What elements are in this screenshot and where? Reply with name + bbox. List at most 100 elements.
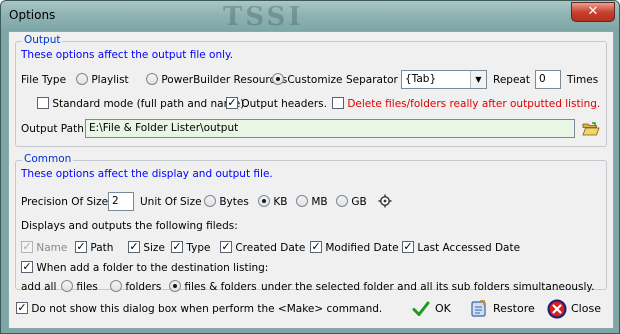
unit-label: Unit Of Size — [140, 196, 202, 208]
dont-show-label: Do not show this dialog box when perform… — [31, 303, 383, 315]
powerbuilder-radio[interactable] — [146, 73, 158, 85]
dont-show-option[interactable]: ✓ Do not show this dialog box when perfo… — [16, 302, 383, 315]
separator-value: {Tab} — [405, 73, 437, 85]
playlist-label: Playlist — [91, 74, 129, 86]
file-type-customize[interactable]: Customize — [272, 73, 343, 86]
file-type-powerbuilder[interactable]: PowerBuilder Resources — [146, 73, 288, 86]
output-group: Output These options affect the output f… — [15, 34, 607, 147]
field-size-checkbox[interactable]: ✓ — [128, 241, 140, 253]
add-files-label: files — [76, 281, 98, 293]
unit-gb-option[interactable]: GB — [336, 195, 367, 208]
common-legend: Common — [22, 153, 74, 165]
close-label: Close — [571, 302, 601, 315]
field-modified-label: Modified Date — [325, 242, 399, 254]
open-folder-icon[interactable] — [582, 122, 600, 136]
unit-kb-radio[interactable] — [258, 195, 270, 207]
separator-select[interactable]: {Tab} ▼ — [401, 70, 487, 89]
dont-show-checkbox[interactable]: ✓ — [16, 302, 28, 314]
add-files-radio[interactable] — [61, 280, 73, 292]
close-button[interactable]: Close — [547, 297, 607, 321]
output-path-label: Output Path — [21, 123, 84, 135]
field-modified-option[interactable]: ✓ Modified Date — [310, 241, 399, 254]
field-type-checkbox[interactable]: ✓ — [171, 241, 183, 253]
close-icon — [547, 299, 567, 319]
playlist-radio[interactable] — [76, 73, 88, 85]
field-created-option[interactable]: ✓ Created Date — [220, 241, 306, 254]
add-all-label: add all — [21, 281, 57, 293]
precision-label: Precision Of Size — [21, 196, 109, 208]
field-path-label: Path — [90, 242, 114, 254]
field-name-option: ✓ Name — [21, 240, 68, 254]
unit-bytes-option[interactable]: Bytes — [204, 195, 249, 208]
precision-input[interactable]: 2 — [108, 192, 134, 211]
add-suffix-text: under the selected folder and all its su… — [261, 281, 595, 293]
unit-mb-label: MB — [311, 196, 328, 208]
add-files-folders-label: files & folders — [184, 281, 257, 293]
field-accessed-option[interactable]: ✓ Last Accessed Date — [402, 241, 521, 254]
repeat-input[interactable]: 0 — [535, 70, 561, 89]
add-files-folders-option[interactable]: files & folders — [169, 280, 257, 293]
window-close-button[interactable]: ✕ — [571, 2, 615, 22]
standard-mode-checkbox[interactable] — [37, 97, 49, 109]
unit-bytes-label: Bytes — [219, 196, 249, 208]
when-add-checkbox[interactable]: ✓ — [21, 261, 33, 273]
unit-gb-label: GB — [351, 196, 367, 208]
dialog-client: Output These options affect the output f… — [8, 31, 614, 329]
title-bar[interactable]: Options TSSI ✕ — [1, 1, 619, 32]
standard-mode-option[interactable]: Standard mode (full path and name). — [37, 97, 248, 110]
fields-heading: Displays and outputs the following filed… — [21, 220, 238, 232]
when-add-label: When add a folder to the destination lis… — [36, 262, 269, 274]
output-headers-option[interactable]: ✓ Output headers. — [226, 97, 327, 110]
output-headers-label: Output headers. — [241, 98, 327, 110]
checkmark-icon — [411, 299, 431, 319]
add-folders-radio[interactable] — [110, 280, 122, 292]
restore-label: Restore — [493, 302, 535, 315]
unit-gb-radio[interactable] — [336, 195, 348, 207]
unit-bytes-radio[interactable] — [204, 195, 216, 207]
field-size-option[interactable]: ✓ Size — [128, 241, 165, 254]
unit-mb-option[interactable]: MB — [296, 195, 328, 208]
field-name-label: Name — [36, 242, 68, 254]
output-headers-checkbox[interactable]: ✓ — [226, 97, 238, 109]
window-title: Options — [9, 8, 56, 22]
file-type-label: File Type — [21, 74, 67, 86]
delete-option[interactable]: Delete files/folders really after output… — [332, 97, 600, 110]
powerbuilder-label: PowerBuilder Resources — [161, 74, 288, 86]
file-type-playlist[interactable]: Playlist — [76, 73, 129, 86]
customize-radio[interactable] — [272, 73, 284, 85]
gear-icon[interactable] — [378, 194, 392, 211]
unit-kb-option[interactable]: KB — [258, 195, 288, 208]
add-files-folders-radio[interactable] — [169, 280, 181, 292]
field-path-checkbox[interactable]: ✓ — [75, 241, 87, 253]
add-folders-option[interactable]: folders — [110, 280, 162, 293]
field-accessed-checkbox[interactable]: ✓ — [402, 241, 414, 253]
chevron-down-icon[interactable]: ▼ — [470, 71, 486, 88]
field-created-label: Created Date — [235, 242, 306, 254]
title-watermark: TSSI — [223, 2, 304, 32]
delete-checkbox[interactable] — [332, 97, 344, 109]
when-add-option[interactable]: ✓ When add a folder to the destination l… — [21, 261, 269, 274]
customize-label: Customize — [287, 74, 343, 86]
output-legend: Output — [22, 34, 63, 46]
ok-button[interactable]: OK — [411, 297, 459, 321]
standard-mode-label: Standard mode (full path and name). — [52, 98, 248, 110]
add-files-option[interactable]: files — [61, 280, 98, 293]
unit-kb-label: KB — [273, 196, 288, 208]
output-note: These options affect the output file onl… — [21, 49, 234, 61]
field-type-label: Type — [186, 242, 211, 254]
output-path-input[interactable]: E:\File & Folder Lister\output — [85, 119, 575, 138]
field-size-label: Size — [143, 242, 165, 254]
field-name-checkbox: ✓ — [21, 240, 33, 253]
separator-label: Separator — [346, 74, 398, 86]
add-folders-label: folders — [125, 281, 162, 293]
field-modified-checkbox[interactable]: ✓ — [310, 241, 322, 253]
field-created-checkbox[interactable]: ✓ — [220, 241, 232, 253]
field-path-option[interactable]: ✓ Path — [75, 241, 114, 254]
unit-mb-radio[interactable] — [296, 195, 308, 207]
repeat-label: Repeat — [493, 74, 530, 86]
options-window: Options TSSI ✕ Output These options affe… — [0, 0, 620, 334]
field-type-option[interactable]: ✓ Type — [171, 241, 211, 254]
field-accessed-label: Last Accessed Date — [417, 242, 521, 254]
common-group: Common These options affect the display … — [15, 153, 607, 293]
restore-button[interactable]: Restore — [469, 297, 537, 321]
